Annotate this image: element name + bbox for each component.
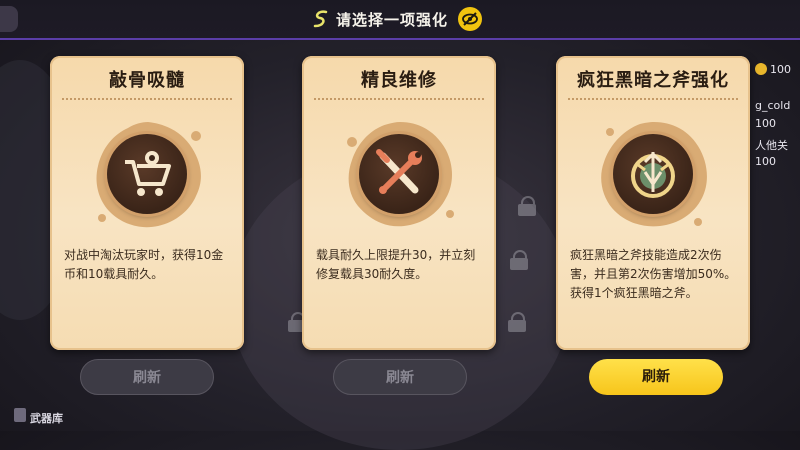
hud-row-1: g_cold — [755, 99, 791, 112]
card-description: 对战中淘汰玩家时，获得10金币和10载具耐久。 — [64, 248, 224, 281]
eye-slash-icon[interactable] — [458, 7, 483, 31]
card-description: 载具耐久上限提升30，并立刻修复载具30耐久度。 — [316, 248, 476, 281]
upgrade-card-1[interactable]: 敲骨吸髓 对战中淘汰玩家时，获得10金币和10载具耐久。 — [50, 56, 244, 350]
armory-icon[interactable] — [14, 408, 26, 422]
top-bar: 请选择一项强化 — [0, 0, 800, 40]
card-divider — [314, 98, 484, 100]
refresh-button-3[interactable]: 刷新 — [589, 359, 723, 395]
shopping-cart-icon — [107, 134, 187, 214]
card-description: 疯狂黑暗之斧技能造成2次伤害，并且第2次伤害增加50%。获得1个疯狂黑暗之斧。 — [570, 248, 737, 300]
refresh-button-2[interactable]: 刷新 — [333, 359, 467, 395]
back-tab-icon[interactable] — [0, 6, 18, 32]
upgrade-card-3[interactable]: 疯狂黑暗之斧强化 疯狂黑暗之斧技能造成2次伤害，并且第2次伤害增加50%。获得1… — [556, 56, 750, 350]
card-title: 敲骨吸髓 — [109, 70, 185, 91]
lock-icon — [508, 312, 526, 332]
hud-row-4: 100 — [755, 155, 776, 168]
selection-prompt: 请选择一项强化 — [312, 5, 483, 33]
upgrade-card-2[interactable]: 精良维修 载具耐久上限提升30，并立刻修复载具30耐久度。 — [302, 56, 496, 350]
lock-icon — [510, 250, 528, 270]
coin-icon — [755, 63, 767, 75]
wrench-screwdriver-icon — [359, 134, 439, 214]
card-title: 疯狂黑暗之斧强化 — [577, 70, 729, 91]
lock-icon — [518, 196, 536, 216]
armory-label[interactable]: 武器库 — [30, 410, 63, 426]
hud-row-3: 人他关 — [755, 139, 788, 152]
refresh-button-1[interactable]: 刷新 — [80, 359, 214, 395]
swirl-icon — [313, 10, 328, 28]
axe-emblem-icon — [613, 134, 693, 214]
card-title: 精良维修 — [361, 70, 437, 91]
card-divider — [568, 98, 738, 100]
prompt-text: 请选择一项强化 — [336, 10, 449, 29]
card-divider — [62, 98, 232, 100]
hud-row-2: 100 — [755, 117, 776, 130]
coin-counter: 100 — [755, 63, 791, 76]
